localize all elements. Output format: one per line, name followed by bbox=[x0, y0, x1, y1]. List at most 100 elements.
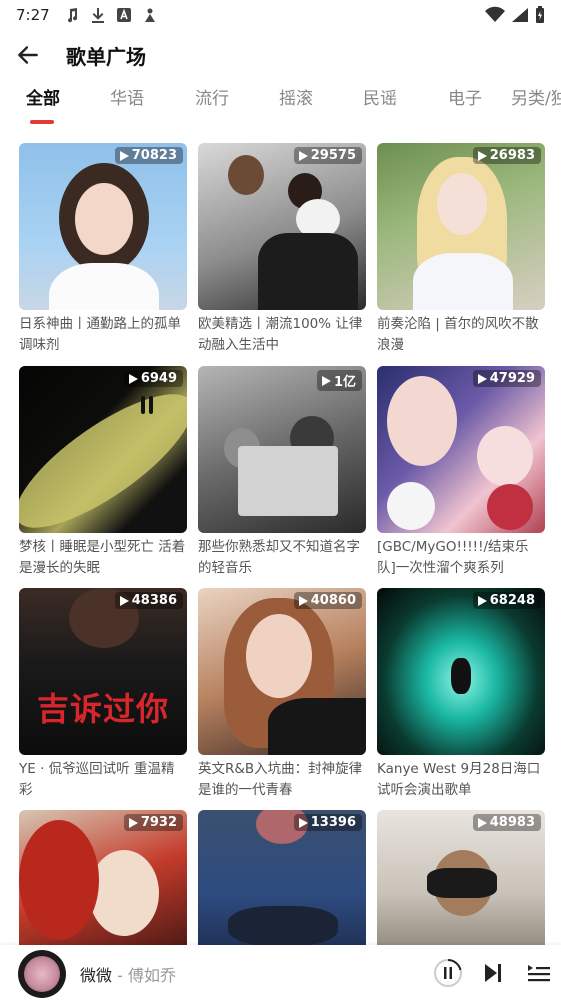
album-art bbox=[24, 956, 60, 992]
font-app-icon bbox=[116, 8, 131, 22]
tab-chinese[interactable]: 华语 bbox=[110, 84, 144, 128]
play-count-badge: 48983 bbox=[472, 814, 541, 831]
arrow-left-icon bbox=[18, 46, 38, 64]
playlist-cover[interactable]: 6949 bbox=[19, 366, 187, 533]
pause-circle-icon bbox=[434, 959, 462, 987]
category-tabs: 全部 华语 流行 摇滚 民谣 电子 另类/独 bbox=[0, 84, 561, 128]
play-count-badge: 68248 bbox=[472, 592, 541, 609]
play-icon bbox=[298, 595, 308, 606]
playlist-title[interactable]: [GBC/MyGO!!!!!/结束乐队]一次性溜个爽系列 bbox=[377, 537, 545, 579]
notification-icons bbox=[64, 7, 158, 23]
playlist-card[interactable]: 6949 梦核丨睡眠是小型死亡 活着是漫长的失眠 bbox=[19, 366, 187, 579]
play-count: 40860 bbox=[310, 593, 356, 608]
play-count-badge: 29575 bbox=[293, 147, 362, 164]
signal-icon bbox=[512, 8, 528, 22]
play-icon bbox=[477, 150, 487, 161]
song-separator: - bbox=[112, 966, 128, 985]
cover-overlay-text: 吉诉过你 bbox=[36, 690, 169, 728]
play-icon bbox=[128, 817, 138, 828]
playlist-title[interactable]: Kanye West 9月28日海口试听会演出歌单 bbox=[377, 759, 545, 801]
playlist-cover[interactable]: 吉诉过你 48386 bbox=[19, 588, 187, 755]
tab-alternative[interactable]: 另类/独 bbox=[511, 84, 561, 128]
play-count-badge: 13396 bbox=[293, 814, 362, 831]
playlist-cover[interactable]: 47929 bbox=[377, 366, 545, 533]
tab-pop[interactable]: 流行 bbox=[195, 84, 229, 128]
music-note-icon bbox=[67, 8, 77, 23]
album-disc[interactable] bbox=[18, 950, 66, 998]
skip-next-icon bbox=[485, 964, 501, 982]
queue-list-icon bbox=[528, 965, 550, 982]
play-icon bbox=[477, 817, 487, 828]
play-count: 68248 bbox=[489, 593, 535, 608]
app-bar: 歌单广场 bbox=[0, 30, 561, 80]
playlist-cover[interactable]: 68248 bbox=[377, 588, 545, 755]
play-count: 47929 bbox=[489, 371, 535, 386]
play-count: 48983 bbox=[489, 815, 535, 830]
play-icon bbox=[298, 817, 308, 828]
playlist-title[interactable]: 前奏沦陷 | 首尔的风吹不散浪漫 bbox=[377, 314, 545, 356]
playlist-title[interactable]: 英文R&B入坑曲：封神旋律是谁的一代青春 bbox=[198, 759, 366, 801]
playlist-card[interactable]: 1亿 那些你熟悉却又不知道名字的轻音乐 bbox=[198, 366, 366, 579]
playlist-title[interactable]: YE · 侃爷巡回试听 重温精彩 bbox=[19, 759, 187, 801]
play-count-badge: 26983 bbox=[472, 147, 541, 164]
play-count: 29575 bbox=[310, 148, 356, 163]
mini-player[interactable]: 微微 - 傅如乔 bbox=[0, 945, 561, 1001]
play-icon bbox=[119, 595, 129, 606]
song-artist: 傅如乔 bbox=[127, 966, 176, 985]
play-count: 26983 bbox=[489, 148, 535, 163]
play-count-badge: 6949 bbox=[123, 370, 183, 387]
playlist-title[interactable]: 梦核丨睡眠是小型死亡 活着是漫长的失眠 bbox=[19, 537, 187, 579]
play-count: 48386 bbox=[131, 593, 177, 608]
song-title: 微微 bbox=[80, 966, 113, 985]
person-icon bbox=[144, 8, 155, 22]
active-tab-indicator bbox=[30, 120, 54, 124]
playlist-cover[interactable]: 70823 bbox=[19, 143, 187, 310]
play-count: 7932 bbox=[140, 815, 177, 830]
status-time: 7:27 bbox=[16, 6, 50, 24]
playlist-card[interactable]: 吉诉过你 48386 YE · 侃爷巡回试听 重温精彩 bbox=[19, 588, 187, 801]
playlist-card[interactable]: 47929 [GBC/MyGO!!!!!/结束乐队]一次性溜个爽系列 bbox=[377, 366, 545, 579]
play-icon bbox=[298, 150, 308, 161]
play-count-badge: 70823 bbox=[114, 147, 183, 164]
play-count-badge: 40860 bbox=[293, 592, 362, 609]
play-count-badge: 47929 bbox=[472, 370, 541, 387]
playlist-card[interactable]: 68248 Kanye West 9月28日海口试听会演出歌单 bbox=[377, 588, 545, 801]
playlist-cover[interactable]: 1亿 bbox=[198, 366, 366, 533]
playlist-title[interactable]: 欧美精选丨潮流100% 让律动融入生活中 bbox=[198, 314, 366, 356]
playlist-button[interactable] bbox=[523, 957, 555, 989]
playlist-title[interactable]: 那些你熟悉却又不知道名字的轻音乐 bbox=[198, 537, 366, 579]
play-icon bbox=[128, 373, 138, 384]
playlist-card[interactable]: 29575 欧美精选丨潮流100% 让律动融入生活中 bbox=[198, 143, 366, 356]
status-bar: 7:27 bbox=[0, 0, 561, 30]
play-count: 1亿 bbox=[333, 375, 356, 390]
page-title: 歌单广场 bbox=[66, 44, 146, 69]
play-icon bbox=[119, 150, 129, 161]
download-icon bbox=[91, 8, 104, 23]
pause-button[interactable] bbox=[432, 957, 464, 989]
play-icon bbox=[477, 595, 487, 606]
play-count: 13396 bbox=[310, 815, 356, 830]
system-icons bbox=[485, 6, 545, 24]
play-count-badge: 48386 bbox=[114, 592, 183, 609]
battery-icon bbox=[536, 6, 544, 23]
now-playing-info[interactable]: 微微 - 傅如乔 bbox=[80, 962, 176, 986]
tab-rock[interactable]: 摇滚 bbox=[279, 84, 313, 128]
play-icon bbox=[321, 375, 331, 386]
playlist-card[interactable]: 26983 前奏沦陷 | 首尔的风吹不散浪漫 bbox=[377, 143, 545, 356]
playlist-card[interactable]: 70823 日系神曲丨通勤路上的孤单调味剂 bbox=[19, 143, 187, 356]
playlist-title[interactable]: 日系神曲丨通勤路上的孤单调味剂 bbox=[19, 314, 187, 356]
play-count: 70823 bbox=[131, 148, 177, 163]
back-button[interactable] bbox=[0, 30, 56, 80]
playlist-card[interactable]: 40860 英文R&B入坑曲：封神旋律是谁的一代青春 bbox=[198, 588, 366, 801]
playlist-cover[interactable]: 40860 bbox=[198, 588, 366, 755]
wifi-icon bbox=[485, 6, 505, 22]
play-icon bbox=[477, 373, 487, 384]
playlist-cover[interactable]: 26983 bbox=[377, 143, 545, 310]
next-button[interactable] bbox=[477, 957, 509, 989]
play-count-badge: 1亿 bbox=[316, 370, 362, 391]
playlist-cover[interactable]: 29575 bbox=[198, 143, 366, 310]
tab-electronic[interactable]: 电子 bbox=[448, 84, 482, 128]
tab-folk[interactable]: 民谣 bbox=[363, 84, 397, 128]
play-count: 6949 bbox=[140, 371, 177, 386]
play-count-badge: 7932 bbox=[123, 814, 183, 831]
